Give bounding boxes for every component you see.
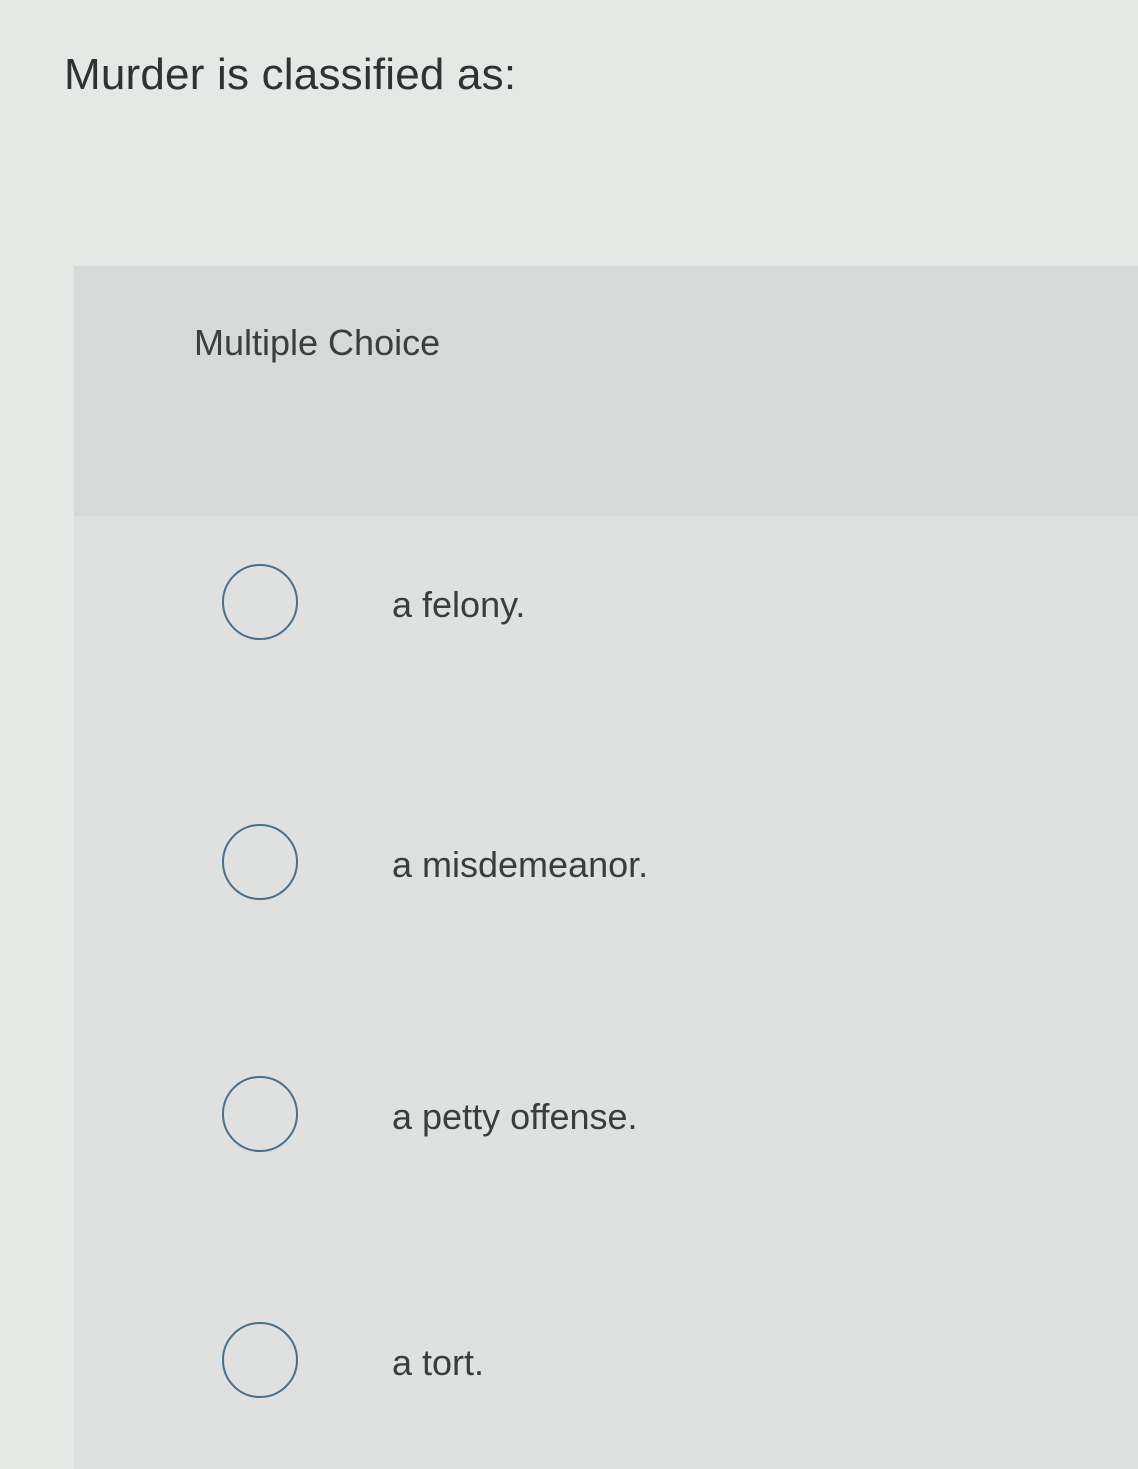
answer-option-label: a misdemeanor. [392, 844, 649, 885]
answer-option-label: a felony. [392, 584, 526, 625]
answer-option-tort[interactable]: a tort. [214, 1322, 1014, 1412]
question-text: Murder is classified as: [64, 50, 517, 99]
radio-button-petty-offense[interactable] [222, 1076, 298, 1152]
radio-button-misdemeanor[interactable] [222, 824, 298, 900]
radio-button-tort[interactable] [222, 1322, 298, 1398]
answer-option-petty-offense[interactable]: a petty offense. [214, 1076, 1014, 1166]
multiple-choice-panel: Multiple Choice a felony. a misdemeanor.… [74, 266, 1138, 1469]
answer-option-felony[interactable]: a felony. [214, 564, 1014, 654]
radio-button-felony[interactable] [222, 564, 298, 640]
answer-options: a felony. a misdemeanor. a petty offense… [74, 266, 1138, 1469]
answer-option-label: a petty offense. [392, 1096, 638, 1137]
answer-option-label: a tort. [392, 1342, 485, 1383]
answer-option-misdemeanor[interactable]: a misdemeanor. [214, 824, 1014, 914]
